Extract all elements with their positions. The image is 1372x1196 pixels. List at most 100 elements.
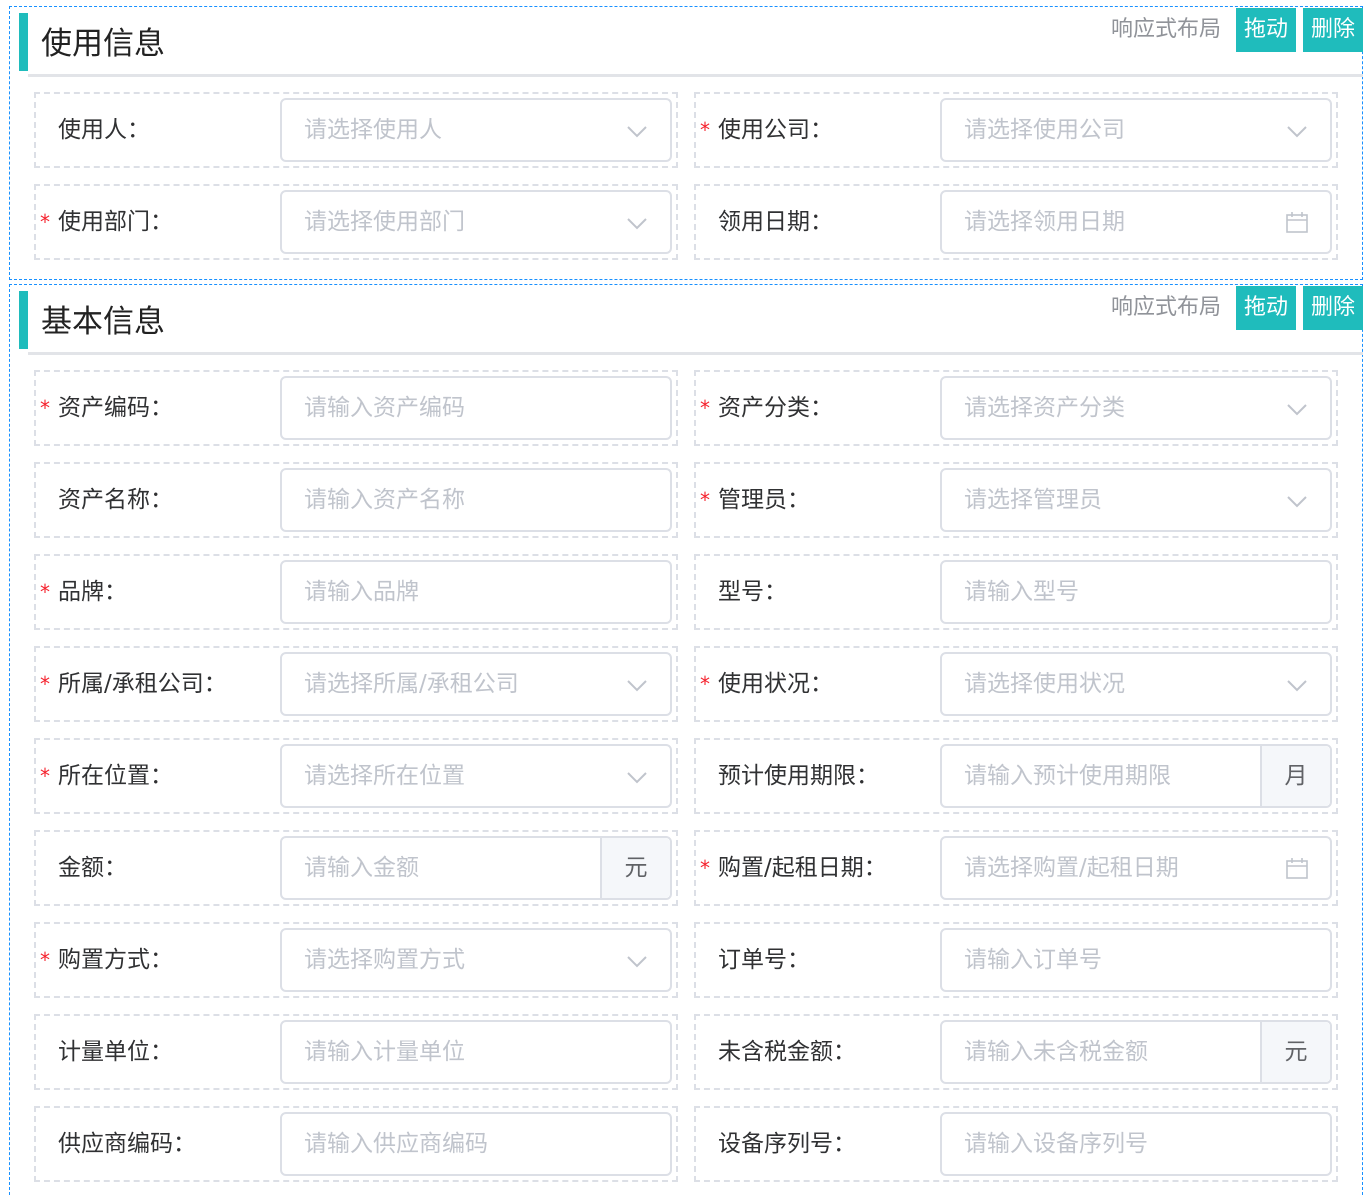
- calendar-icon[interactable]: [1286, 858, 1308, 880]
- chevron-down-icon[interactable]: [626, 674, 648, 696]
- select-field[interactable]: 请选择所属/承租公司: [280, 652, 672, 716]
- field-label: 未含税金额：: [718, 1039, 856, 1065]
- field-placeholder: 请选择使用状况: [964, 671, 1125, 697]
- form-item: * 购置方式： 请选择购置方式: [34, 922, 678, 998]
- text-input[interactable]: 请输入供应商编码: [280, 1112, 672, 1176]
- select-field[interactable]: 请选择管理员: [940, 468, 1332, 532]
- form-item: 预计使用期限： 请输入预计使用期限 月: [694, 738, 1338, 814]
- chevron-down-icon[interactable]: [1286, 674, 1308, 696]
- basic-info-section: 基本信息 响应式布局 拖动 删除 * 资产编码： 请输入资产编码 * 资产分类： 请选择资…: [9, 284, 1363, 1196]
- form-item: 未含税金额： 请输入未含税金额 元: [694, 1014, 1338, 1090]
- form-item: 订单号： 请输入订单号: [694, 922, 1338, 998]
- select-field[interactable]: 请选择使用状况: [940, 652, 1332, 716]
- text-input[interactable]: 请输入订单号: [940, 928, 1332, 992]
- required-marker: *: [700, 672, 710, 696]
- delete-button[interactable]: 删除: [1302, 286, 1363, 330]
- field-placeholder: 请选择所属/承租公司: [304, 671, 519, 697]
- field-placeholder: 请输入未含税金额: [964, 1039, 1148, 1065]
- responsive-layout-label[interactable]: 响应式布局: [1111, 7, 1221, 53]
- text-input[interactable]: 请输入未含税金额 元: [940, 1020, 1332, 1084]
- field-label: 金额：: [58, 855, 127, 881]
- form-item: * 资产编码： 请输入资产编码: [34, 370, 678, 446]
- field-label: 供应商编码：: [58, 1131, 196, 1157]
- unit-append: 元: [600, 838, 670, 898]
- text-input[interactable]: 请输入预计使用期限 月: [940, 744, 1332, 808]
- drag-button[interactable]: 拖动: [1235, 8, 1296, 52]
- field-label: 所在位置：: [58, 763, 173, 789]
- field-placeholder: 请输入设备序列号: [964, 1131, 1148, 1157]
- select-field[interactable]: 请选择购置方式: [280, 928, 672, 992]
- field-placeholder: 请输入资产编码: [304, 395, 465, 421]
- field-label: 领用日期：: [718, 209, 833, 235]
- form-item: 设备序列号： 请输入设备序列号: [694, 1106, 1338, 1182]
- unit-append: 月: [1260, 746, 1330, 806]
- field-label: 计量单位：: [58, 1039, 173, 1065]
- field-label: 品牌：: [58, 579, 127, 605]
- unit-append: 元: [1260, 1022, 1330, 1082]
- field-placeholder: 请选择使用公司: [964, 117, 1125, 143]
- form-item: * 使用公司： 请选择使用公司: [694, 92, 1338, 168]
- field-placeholder: 请输入订单号: [964, 947, 1102, 973]
- section-tools: 响应式布局 拖动 删除: [1111, 285, 1363, 331]
- select-field[interactable]: 请选择所在位置: [280, 744, 672, 808]
- field-placeholder: 请输入型号: [964, 579, 1079, 605]
- section-accent-bar: [19, 291, 28, 349]
- chevron-down-icon[interactable]: [626, 212, 648, 234]
- required-marker: *: [40, 672, 50, 696]
- calendar-icon[interactable]: [1286, 212, 1308, 234]
- chevron-down-icon[interactable]: [1286, 490, 1308, 512]
- form-item: * 使用状况： 请选择使用状况: [694, 646, 1338, 722]
- field-label: 订单号：: [718, 947, 810, 973]
- field-placeholder: 请选择购置方式: [304, 947, 465, 973]
- field-label: 使用部门：: [58, 209, 173, 235]
- select-field[interactable]: 请选择资产分类: [940, 376, 1332, 440]
- text-input[interactable]: 请输入计量单位: [280, 1020, 672, 1084]
- date-picker-field[interactable]: 请选择领用日期: [940, 190, 1332, 254]
- required-marker: *: [40, 210, 50, 234]
- section-header: 使用信息 响应式布局 拖动 删除: [19, 7, 1363, 77]
- select-field[interactable]: 请选择使用人: [280, 98, 672, 162]
- field-label: 使用公司：: [718, 117, 833, 143]
- field-placeholder: 请输入品牌: [304, 579, 419, 605]
- text-input[interactable]: 请输入品牌: [280, 560, 672, 624]
- section-tools: 响应式布局 拖动 删除: [1111, 7, 1363, 53]
- form-item: * 管理员： 请选择管理员: [694, 462, 1338, 538]
- select-field[interactable]: 请选择使用公司: [940, 98, 1332, 162]
- field-placeholder: 请选择购置/起租日期: [964, 855, 1179, 881]
- field-label: 资产名称：: [58, 487, 173, 513]
- field-label: 型号：: [718, 579, 787, 605]
- required-marker: *: [700, 488, 710, 512]
- field-placeholder: 请输入预计使用期限: [964, 763, 1171, 789]
- form-item: 型号： 请输入型号: [694, 554, 1338, 630]
- chevron-down-icon[interactable]: [626, 766, 648, 788]
- required-marker: *: [700, 118, 710, 142]
- date-picker-field[interactable]: 请选择购置/起租日期: [940, 836, 1332, 900]
- chevron-down-icon[interactable]: [626, 120, 648, 142]
- text-input[interactable]: 请输入资产名称: [280, 468, 672, 532]
- chevron-down-icon[interactable]: [1286, 398, 1308, 420]
- drag-button[interactable]: 拖动: [1235, 286, 1296, 330]
- form-item: * 品牌： 请输入品牌: [34, 554, 678, 630]
- field-label: 设备序列号：: [718, 1131, 856, 1157]
- responsive-layout-label[interactable]: 响应式布局: [1111, 285, 1221, 331]
- text-input[interactable]: 请输入金额 元: [280, 836, 672, 900]
- field-placeholder: 请选择资产分类: [964, 395, 1125, 421]
- text-input[interactable]: 请输入资产编码: [280, 376, 672, 440]
- field-label: 管理员：: [718, 487, 810, 513]
- text-input[interactable]: 请输入设备序列号: [940, 1112, 1332, 1176]
- chevron-down-icon[interactable]: [1286, 120, 1308, 142]
- form-item: 使用人： 请选择使用人: [34, 92, 678, 168]
- section-title: 基本信息: [41, 304, 165, 340]
- text-input[interactable]: 请输入型号: [940, 560, 1332, 624]
- chevron-down-icon[interactable]: [626, 950, 648, 972]
- field-placeholder: 请输入金额: [304, 855, 419, 881]
- delete-button[interactable]: 删除: [1302, 8, 1363, 52]
- field-label: 资产分类：: [718, 395, 833, 421]
- section-header: 基本信息 响应式布局 拖动 删除: [19, 285, 1363, 355]
- form-item: 供应商编码： 请输入供应商编码: [34, 1106, 678, 1182]
- form-item: * 购置/起租日期： 请选择购置/起租日期: [694, 830, 1338, 906]
- required-marker: *: [700, 856, 710, 880]
- select-field[interactable]: 请选择使用部门: [280, 190, 672, 254]
- section-divider: [28, 352, 1363, 355]
- required-marker: *: [40, 396, 50, 420]
